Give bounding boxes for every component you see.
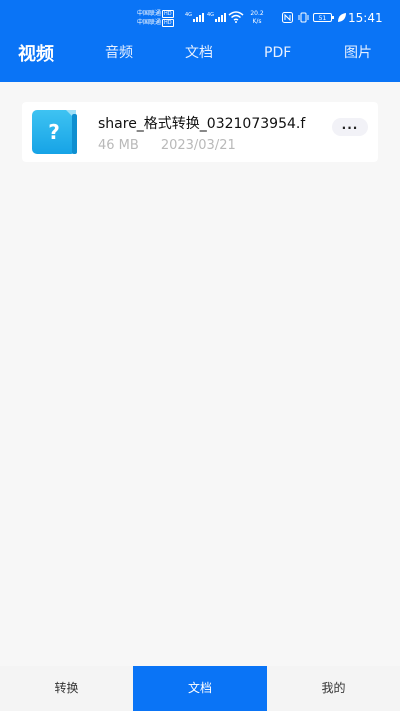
hd-badge-1: HD (162, 9, 174, 18)
unknown-file-icon: ? (32, 110, 77, 154)
signal-1-label: 4G (185, 12, 192, 18)
file-size: 46 MB (98, 138, 139, 153)
status-bar: 中国联通 HD 中国联通 HD 4G 4G 20.2 K/s 51 15:41 (0, 0, 400, 34)
file-icon-glyph: ? (48, 120, 60, 144)
nav-convert[interactable]: 转换 (0, 666, 133, 711)
tab-audio[interactable]: 音频 (105, 38, 133, 74)
app-header: 中国联通 HD 中国联通 HD 4G 4G 20.2 K/s 51 15:41 … (0, 0, 400, 82)
file-date: 2023/03/21 (160, 138, 236, 153)
tab-document[interactable]: 文档 (185, 38, 213, 74)
hd-badge-2: HD (162, 18, 174, 27)
tab-video[interactable]: 视频 (18, 38, 54, 74)
carrier-2: 中国联通 HD (137, 18, 185, 27)
carrier-1-label: 中国联通 (137, 10, 162, 17)
signal-icon: 4G (185, 12, 204, 22)
signal-icon-2: 4G (207, 12, 226, 22)
nav-documents[interactable]: 文档 (133, 666, 267, 711)
wifi-icon (228, 11, 244, 23)
tab-pdf[interactable]: PDF (264, 38, 291, 74)
signal-2-label: 4G (207, 12, 214, 18)
network-speed: 20.2 K/s (247, 10, 267, 26)
carrier-1: 中国联通 HD (137, 9, 185, 18)
file-list-item[interactable]: ? share_格式转换_0321073954.f 46 MB 2023/03/2… (22, 102, 378, 162)
tab-image[interactable]: 图片 (344, 38, 372, 74)
carrier-info: 中国联通 HD 中国联通 HD (137, 9, 185, 27)
vibrate-icon (298, 12, 309, 23)
battery-icon: 51 (313, 13, 334, 22)
leaf-icon (338, 13, 346, 22)
network-speed-unit: K/s (252, 18, 262, 25)
carrier-2-label: 中国联通 (137, 19, 162, 26)
nav-mine[interactable]: 我的 (267, 666, 400, 711)
more-options-button[interactable]: ... (332, 118, 368, 136)
file-name: share_格式转换_0321073954.f (98, 116, 306, 132)
bottom-navigation: 转换 文档 我的 (0, 666, 400, 711)
app-screen: 中国联通 HD 中国联通 HD 4G 4G 20.2 K/s 51 15:41 … (0, 0, 400, 711)
nfc-icon (282, 12, 293, 23)
status-time: 15:41 (348, 11, 383, 25)
category-tabs: 视频 音频 文档 PDF 图片 (0, 38, 400, 74)
network-speed-value: 20.2 (250, 10, 264, 17)
file-meta: 46 MB 2023/03/21 (98, 137, 236, 155)
